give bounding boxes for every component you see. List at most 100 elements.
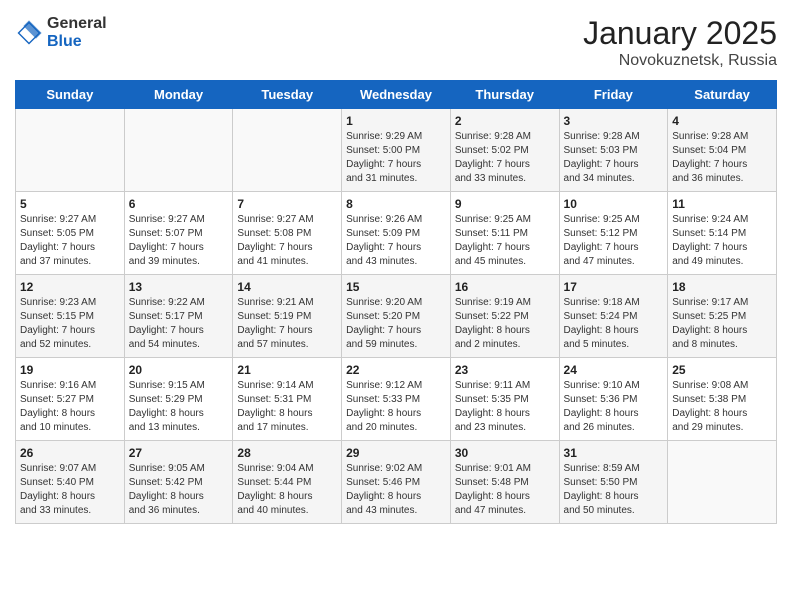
day-info: Sunrise: 9:24 AM Sunset: 5:14 PM Dayligh… (672, 213, 772, 269)
calendar-week-row: 26Sunrise: 9:07 AM Sunset: 5:40 PM Dayli… (16, 441, 777, 524)
calendar-cell: 6 Sunrise: 9:27 AM Sunset: 5:07 PM Daylig… (124, 192, 233, 275)
day-info: Sunrise: 9:28 AM Sunset: 5:04 PM Dayligh… (672, 130, 772, 186)
calendar-cell: 18 Sunrise: 9:17 AM Sunset: 5:25 PM Dayli… (668, 275, 777, 358)
title-block: January 2025 Novokuznetsk, Russia (583, 15, 777, 70)
calendar-cell: 22 Sunrise: 9:12 AM Sunset: 5:33 PM Dayli… (342, 358, 451, 441)
calendar-cell: 17 Sunrise: 9:18 AM Sunset: 5:24 PM Dayli… (559, 275, 668, 358)
day-info: Sunrise: 9:11 AM Sunset: 5:35 PM Dayligh… (455, 379, 555, 435)
day-number: 3 (564, 114, 664, 128)
day-number: 6 (129, 197, 229, 211)
day-number: 19 (20, 363, 120, 377)
calendar-cell: 23 Sunrise: 9:11 AM Sunset: 5:35 PM Dayli… (450, 358, 559, 441)
weekday-header-sunday: Sunday (16, 81, 125, 109)
day-number: 26 (20, 446, 120, 460)
day-info: Sunrise: 9:17 AM Sunset: 5:25 PM Dayligh… (672, 296, 772, 352)
calendar-cell: 5Sunrise: 9:27 AM Sunset: 5:05 PM Daylig… (16, 192, 125, 275)
day-info: Sunrise: 9:18 AM Sunset: 5:24 PM Dayligh… (564, 296, 664, 352)
weekday-header-row: SundayMondayTuesdayWednesdayThursdayFrid… (16, 81, 777, 109)
calendar-table: SundayMondayTuesdayWednesdayThursdayFrid… (15, 80, 777, 524)
day-info: Sunrise: 9:14 AM Sunset: 5:31 PM Dayligh… (237, 379, 337, 435)
calendar-cell: 25 Sunrise: 9:08 AM Sunset: 5:38 PM Dayli… (668, 358, 777, 441)
calendar-cell: 28 Sunrise: 9:04 AM Sunset: 5:44 PM Dayli… (233, 441, 342, 524)
day-info: Sunrise: 9:19 AM Sunset: 5:22 PM Dayligh… (455, 296, 555, 352)
day-number: 24 (564, 363, 664, 377)
calendar-cell: 7 Sunrise: 9:27 AM Sunset: 5:08 PM Daylig… (233, 192, 342, 275)
day-number: 15 (346, 280, 446, 294)
day-number: 17 (564, 280, 664, 294)
day-info: Sunrise: 9:23 AM Sunset: 5:15 PM Dayligh… (20, 296, 120, 352)
day-number: 9 (455, 197, 555, 211)
logo-blue-text: Blue (47, 33, 107, 51)
calendar-cell: 16Sunrise: 9:19 AM Sunset: 5:22 PM Dayli… (450, 275, 559, 358)
logo: General Blue (15, 15, 107, 50)
calendar-cell (233, 109, 342, 192)
calendar-cell (668, 441, 777, 524)
day-info: Sunrise: 9:25 AM Sunset: 5:12 PM Dayligh… (564, 213, 664, 269)
day-number: 31 (564, 446, 664, 460)
calendar-cell: 27Sunrise: 9:05 AM Sunset: 5:42 PM Dayli… (124, 441, 233, 524)
calendar-cell: 8Sunrise: 9:26 AM Sunset: 5:09 PM Daylig… (342, 192, 451, 275)
day-info: Sunrise: 9:27 AM Sunset: 5:07 PM Dayligh… (129, 213, 229, 269)
day-info: Sunrise: 9:28 AM Sunset: 5:02 PM Dayligh… (455, 130, 555, 186)
day-number: 28 (237, 446, 337, 460)
calendar-location: Novokuznetsk, Russia (583, 52, 777, 70)
day-info: Sunrise: 9:08 AM Sunset: 5:38 PM Dayligh… (672, 379, 772, 435)
calendar-cell: 31 Sunrise: 8:59 AM Sunset: 5:50 PM Dayli… (559, 441, 668, 524)
calendar-cell: 29Sunrise: 9:02 AM Sunset: 5:46 PM Dayli… (342, 441, 451, 524)
calendar-week-row: 12Sunrise: 9:23 AM Sunset: 5:15 PM Dayli… (16, 275, 777, 358)
day-number: 4 (672, 114, 772, 128)
calendar-cell: 3Sunrise: 9:28 AM Sunset: 5:03 PM Daylig… (559, 109, 668, 192)
weekday-header-monday: Monday (124, 81, 233, 109)
day-number: 23 (455, 363, 555, 377)
day-info: Sunrise: 9:27 AM Sunset: 5:08 PM Dayligh… (237, 213, 337, 269)
calendar-week-row: 1 Sunrise: 9:29 AM Sunset: 5:00 PM Daylig… (16, 109, 777, 192)
calendar-cell: 10 Sunrise: 9:25 AM Sunset: 5:12 PM Dayli… (559, 192, 668, 275)
day-info: Sunrise: 9:01 AM Sunset: 5:48 PM Dayligh… (455, 462, 555, 518)
calendar-cell: 4 Sunrise: 9:28 AM Sunset: 5:04 PM Daylig… (668, 109, 777, 192)
day-info: Sunrise: 9:04 AM Sunset: 5:44 PM Dayligh… (237, 462, 337, 518)
calendar-cell: 2Sunrise: 9:28 AM Sunset: 5:02 PM Daylig… (450, 109, 559, 192)
day-number: 25 (672, 363, 772, 377)
day-number: 21 (237, 363, 337, 377)
calendar-cell: 24 Sunrise: 9:10 AM Sunset: 5:36 PM Dayli… (559, 358, 668, 441)
day-number: 11 (672, 197, 772, 211)
day-number: 27 (129, 446, 229, 460)
day-info: Sunrise: 9:22 AM Sunset: 5:17 PM Dayligh… (129, 296, 229, 352)
day-info: Sunrise: 9:26 AM Sunset: 5:09 PM Dayligh… (346, 213, 446, 269)
day-number: 22 (346, 363, 446, 377)
day-number: 18 (672, 280, 772, 294)
day-number: 30 (455, 446, 555, 460)
logo-general-text: General (47, 15, 107, 33)
calendar-cell: 13Sunrise: 9:22 AM Sunset: 5:17 PM Dayli… (124, 275, 233, 358)
calendar-cell: 9 Sunrise: 9:25 AM Sunset: 5:11 PM Daylig… (450, 192, 559, 275)
day-info: Sunrise: 9:12 AM Sunset: 5:33 PM Dayligh… (346, 379, 446, 435)
weekday-header-friday: Friday (559, 81, 668, 109)
day-info: Sunrise: 9:25 AM Sunset: 5:11 PM Dayligh… (455, 213, 555, 269)
page-header: General Blue January 2025 Novokuznetsk, … (15, 15, 777, 70)
calendar-cell: 21 Sunrise: 9:14 AM Sunset: 5:31 PM Dayli… (233, 358, 342, 441)
day-info: Sunrise: 9:10 AM Sunset: 5:36 PM Dayligh… (564, 379, 664, 435)
day-info: Sunrise: 8:59 AM Sunset: 5:50 PM Dayligh… (564, 462, 664, 518)
weekday-header-wednesday: Wednesday (342, 81, 451, 109)
day-number: 10 (564, 197, 664, 211)
day-info: Sunrise: 9:02 AM Sunset: 5:46 PM Dayligh… (346, 462, 446, 518)
calendar-cell: 12Sunrise: 9:23 AM Sunset: 5:15 PM Dayli… (16, 275, 125, 358)
day-info: Sunrise: 9:20 AM Sunset: 5:20 PM Dayligh… (346, 296, 446, 352)
day-number: 20 (129, 363, 229, 377)
day-number: 1 (346, 114, 446, 128)
calendar-cell (124, 109, 233, 192)
weekday-header-thursday: Thursday (450, 81, 559, 109)
day-number: 7 (237, 197, 337, 211)
calendar-cell: 11 Sunrise: 9:24 AM Sunset: 5:14 PM Dayli… (668, 192, 777, 275)
calendar-cell (16, 109, 125, 192)
calendar-cell: 1 Sunrise: 9:29 AM Sunset: 5:00 PM Daylig… (342, 109, 451, 192)
day-number: 14 (237, 280, 337, 294)
calendar-cell: 26Sunrise: 9:07 AM Sunset: 5:40 PM Dayli… (16, 441, 125, 524)
calendar-cell: 14 Sunrise: 9:21 AM Sunset: 5:19 PM Dayli… (233, 275, 342, 358)
day-info: Sunrise: 9:16 AM Sunset: 5:27 PM Dayligh… (20, 379, 120, 435)
calendar-week-row: 5Sunrise: 9:27 AM Sunset: 5:05 PM Daylig… (16, 192, 777, 275)
day-info: Sunrise: 9:21 AM Sunset: 5:19 PM Dayligh… (237, 296, 337, 352)
calendar-cell: 15 Sunrise: 9:20 AM Sunset: 5:20 PM Dayli… (342, 275, 451, 358)
calendar-cell: 19 Sunrise: 9:16 AM Sunset: 5:27 PM Dayli… (16, 358, 125, 441)
day-info: Sunrise: 9:29 AM Sunset: 5:00 PM Dayligh… (346, 130, 446, 186)
